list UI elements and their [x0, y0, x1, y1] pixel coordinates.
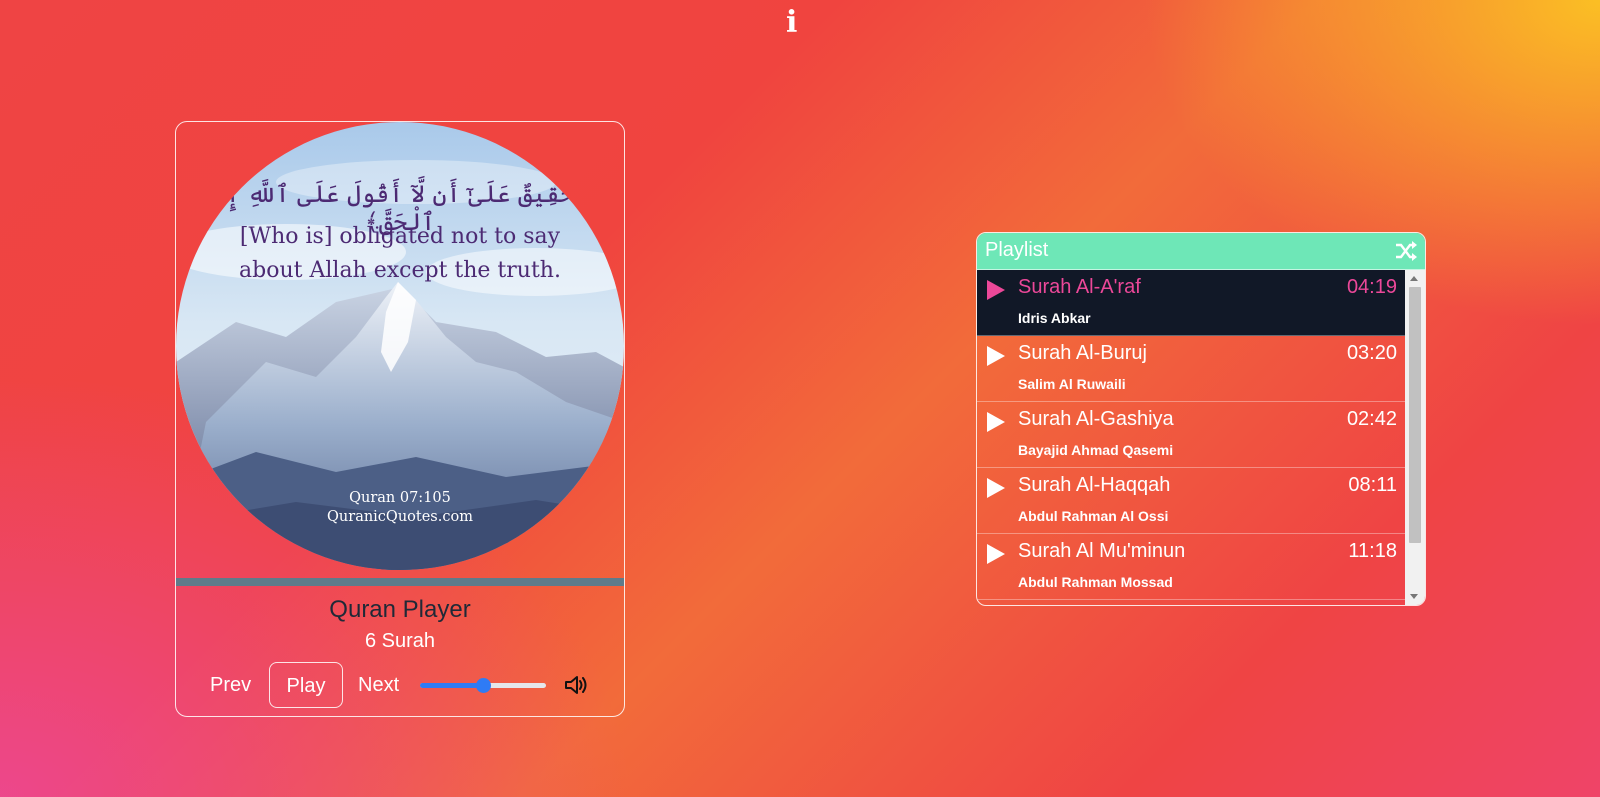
playlist-panel: Playlist Surah Al-A'raf 04:19 Idris Abkar S…	[976, 232, 1426, 606]
track-name: Surah Al-Gashiya	[1018, 408, 1174, 430]
playlist-item[interactable]: Surah Al-A'raf 04:19 Idris Abkar	[977, 270, 1405, 336]
track-reciter: Idris Abkar	[1018, 310, 1091, 326]
album-cover: ﴿حَقِيقٌ عَلَىٰٓ أَن لَّآ أَقُولَ عَلَى …	[176, 122, 624, 570]
playlist-item[interactable]: Surah Al-Gashiya 02:42 Bayajid Ahmad Qasem…	[977, 402, 1405, 468]
playlist-item[interactable]: Surah Al-Buruj 03:20 Salim Al Ruwaili	[977, 336, 1405, 402]
prev-button[interactable]: Prev	[210, 662, 251, 708]
track-reciter: Bayajid Ahmad Qasemi	[1018, 442, 1174, 458]
scroll-down-arrow-icon[interactable]	[1410, 594, 1418, 599]
track-duration: 11:18	[1348, 540, 1397, 562]
ayah-line-1: [Who is] obligated not to say	[239, 224, 561, 249]
track-duration: 03:20	[1346, 342, 1397, 364]
track-name: Surah Al-A'raf	[1018, 276, 1141, 298]
player-controls: Prev Play Next	[176, 662, 624, 708]
source-site: QuranicQuotes.com	[327, 509, 473, 525]
play-button[interactable]: Play	[269, 662, 343, 708]
track-reciter: Abdul Rahman Mossad	[1018, 574, 1173, 590]
ayah-translation: [Who is] obligated not to say about Alla…	[230, 220, 570, 288]
info-icon[interactable]: i	[786, 6, 797, 40]
source-ref: Quran 07:105	[349, 490, 451, 506]
scroll-up-arrow-icon[interactable]	[1410, 276, 1418, 281]
ayah-line-2: about Allah except the truth.	[239, 258, 561, 283]
player-title: Quran Player	[329, 596, 471, 623]
progress-bar[interactable]	[176, 578, 624, 586]
play-icon[interactable]	[986, 543, 1006, 565]
volume-slider[interactable]	[420, 678, 546, 693]
track-name: Surah Al-Haqqah	[1018, 474, 1171, 496]
track-name: Surah Al Mu'minun	[1018, 540, 1186, 562]
playlist-title: Playlist	[985, 239, 1049, 261]
play-icon[interactable]	[986, 477, 1006, 499]
play-icon[interactable]	[986, 279, 1006, 301]
playlist-item[interactable]: Surah Al-Haqqah 08:11 Abdul Rahman Al Ossi	[977, 468, 1405, 534]
player-card: ﴿حَقِيقٌ عَلَىٰٓ أَن لَّآ أَقُولَ عَلَى …	[175, 121, 625, 717]
play-icon[interactable]	[986, 411, 1006, 433]
shuffle-icon[interactable]	[1395, 241, 1417, 261]
track-duration: 08:11	[1348, 474, 1397, 496]
track-name: Surah Al-Buruj	[1018, 342, 1147, 364]
track-reciter: Salim Al Ruwaili	[1018, 376, 1126, 392]
track-reciter: Abdul Rahman Al Ossi	[1018, 508, 1169, 524]
playlist-header: Playlist	[977, 233, 1425, 270]
playlist-list: Surah Al-A'raf 04:19 Idris Abkar Surah Al-B…	[977, 270, 1405, 605]
track-duration: 04:19	[1346, 276, 1397, 298]
volume-thumb[interactable]	[476, 678, 491, 693]
ayah-source: Quran 07:105 QuranicQuotes.com	[176, 489, 624, 527]
playlist-scrollbar[interactable]	[1405, 270, 1425, 605]
speaker-icon[interactable]	[564, 674, 588, 696]
next-button[interactable]: Next	[358, 662, 399, 708]
surah-count: 6 Surah	[364, 630, 436, 652]
track-duration: 02:42	[1346, 408, 1397, 430]
scroll-thumb[interactable]	[1409, 287, 1421, 543]
play-icon[interactable]	[986, 345, 1006, 367]
volume-fill	[420, 683, 483, 688]
playlist-item[interactable]: Surah Al Mu'minun 11:18 Abdul Rahman Mossa…	[977, 534, 1405, 600]
